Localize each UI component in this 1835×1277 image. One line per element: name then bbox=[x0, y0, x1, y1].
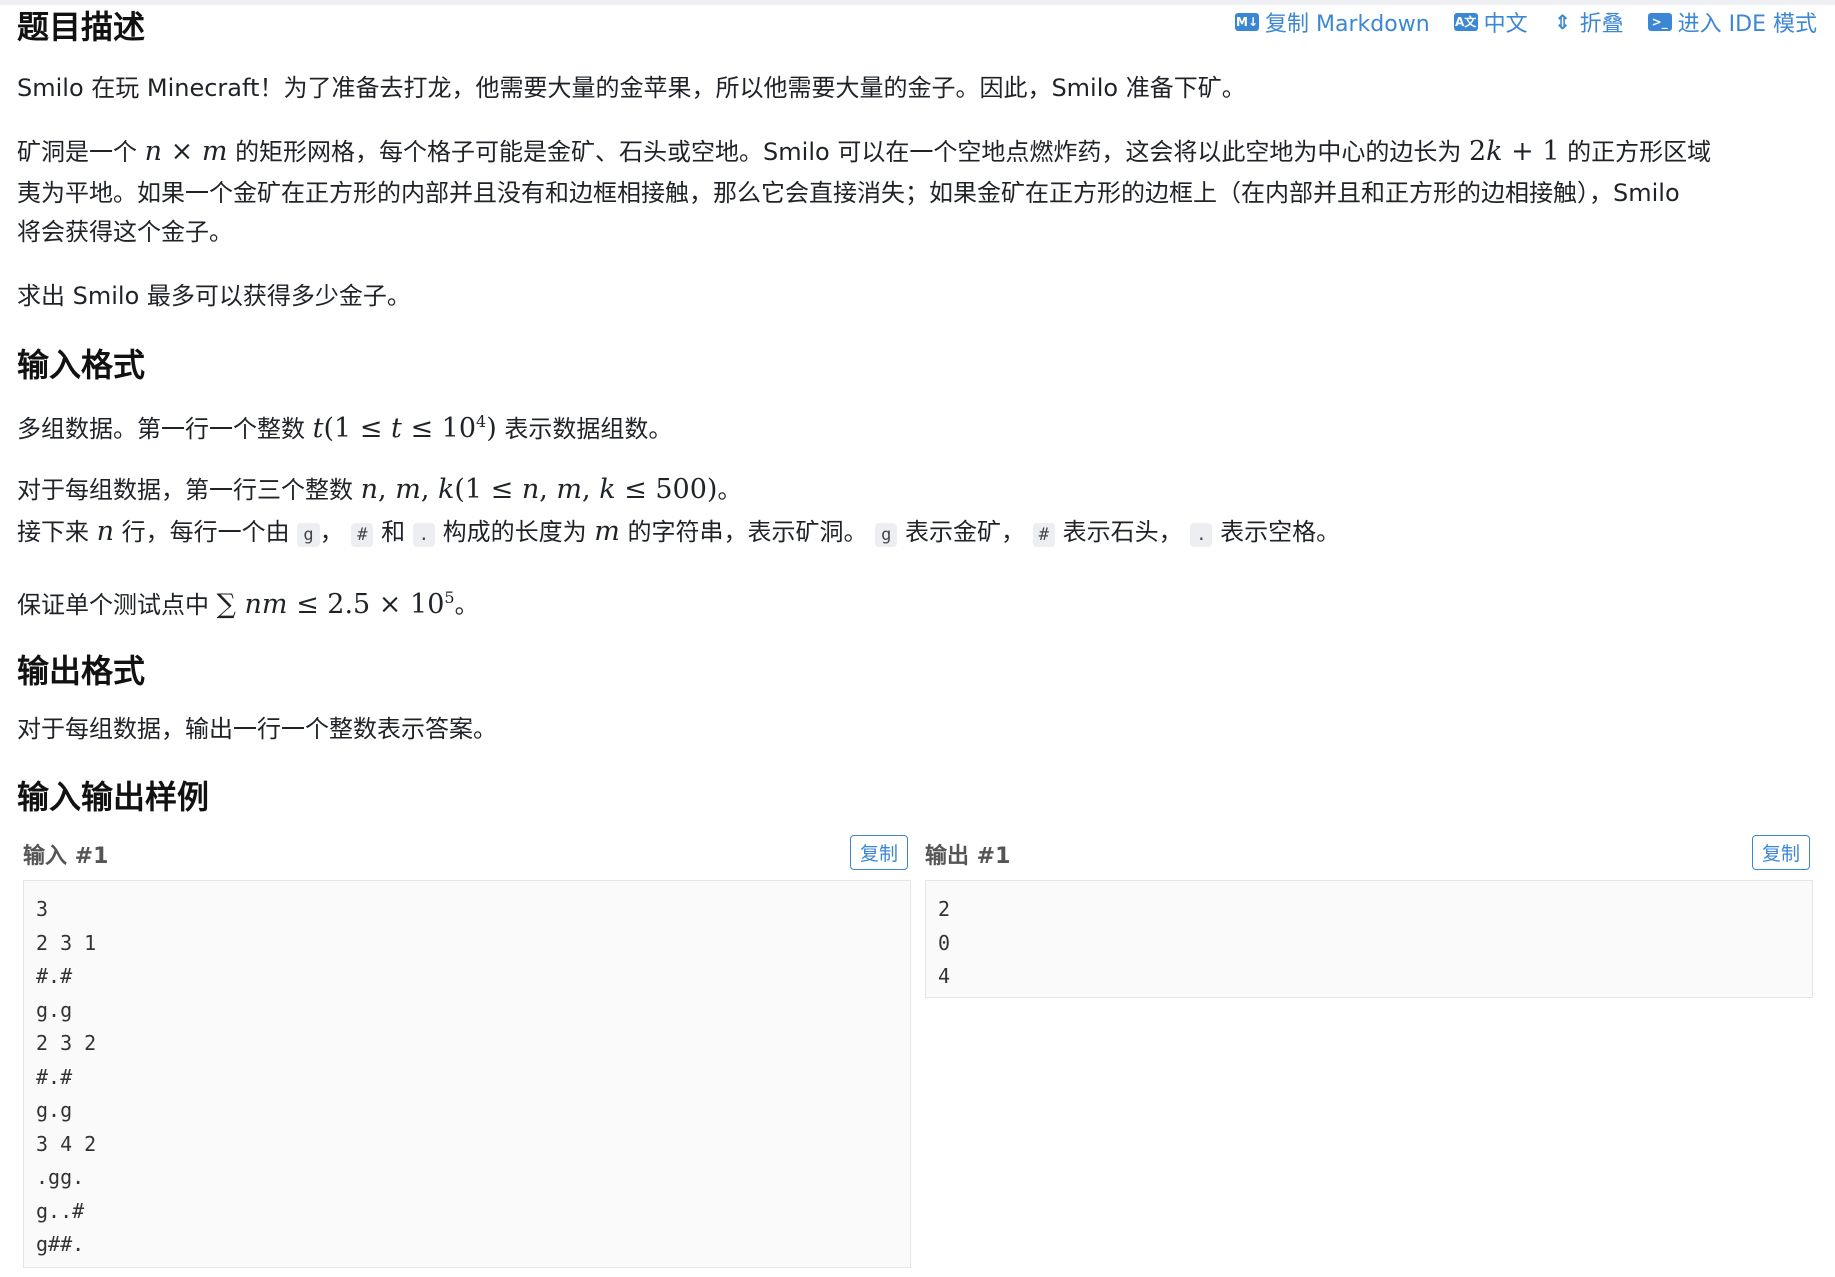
math-2k-plus-1: 2k + 1 bbox=[1468, 136, 1560, 167]
code-g-2: g bbox=[875, 523, 898, 547]
sample-input-line: g##. bbox=[36, 1232, 85, 1256]
description-paragraph-2: 矿洞是一个 n × m 的矩形网格，每个格子可能是金矿、石头或空地。Smilo … bbox=[17, 136, 1712, 167]
sample-output-lines: 2 0 4 bbox=[938, 893, 1800, 994]
sample-input-box[interactable]: 3 2 3 1 #.# g.g 2 3 2 #.# g.g 3 4 2 .gg. g..# g##. bbox=[23, 880, 911, 1268]
fold-label: 折叠 bbox=[1579, 12, 1624, 37]
sample-output-label: 输出 #1 bbox=[925, 844, 1011, 869]
code-dot-2: . bbox=[1190, 523, 1213, 547]
math-sum-nm: ∑ nm ≤ 2.5 × 105 bbox=[216, 588, 455, 620]
math-m: m bbox=[594, 516, 620, 547]
sample-input-line: .gg. bbox=[36, 1165, 85, 1189]
sample-input-line: 3 4 2 bbox=[36, 1131, 97, 1156]
input-format-title: 输入格式 bbox=[17, 346, 146, 384]
description-paragraph-1: Smilo 在玩 Minecraft！为了准备去打龙，他需要大量的金苹果，所以他… bbox=[17, 74, 1246, 102]
top-border bbox=[0, 0, 1835, 5]
description-paragraph-2-line-3: 将会获得这个金子。 bbox=[17, 218, 233, 246]
description-paragraph-3: 求出 Smilo 最多可以获得多少金子。 bbox=[17, 282, 411, 310]
sample-input-line: g.g bbox=[36, 997, 73, 1022]
ide-mode-button[interactable]: >_ 进入 IDE 模式 bbox=[1647, 6, 1817, 38]
math-t-range: t(1 ≤ t ≤ 104) bbox=[312, 412, 497, 444]
code-hash: # bbox=[351, 523, 374, 547]
collapse-icon: ⇕ bbox=[1554, 10, 1572, 34]
input-format-paragraph-1: 多组数据。第一行一个整数 t(1 ≤ t ≤ 104) 表示数据组数。 bbox=[17, 412, 673, 444]
sample-input-line: #.# bbox=[36, 964, 73, 988]
math-n: n bbox=[96, 516, 115, 547]
sample-output-line: 2 bbox=[938, 897, 951, 921]
markdown-icon: M↓ bbox=[1235, 13, 1260, 31]
sample-input-line: 3 bbox=[36, 897, 49, 921]
copy-input-button[interactable]: 复制 bbox=[850, 835, 909, 870]
sample-output-box[interactable]: 2 0 4 bbox=[925, 880, 1813, 998]
translate-icon: A文 bbox=[1453, 13, 1478, 31]
description-paragraph-2-line-2: 夷为平地。如果一个金矿在正方形的内部并且没有和边框相接触，那么它会直接消失；如果… bbox=[17, 179, 1680, 207]
input-format-paragraph-2: 对于每组数据，第一行三个整数 n, m, k(1 ≤ n, m, k ≤ 500… bbox=[17, 474, 742, 505]
code-hash-2: # bbox=[1032, 523, 1055, 547]
sample-input-line: #.# bbox=[36, 1064, 73, 1089]
sample-input-label: 输入 #1 bbox=[23, 844, 109, 869]
sample-input-line: g..# bbox=[36, 1198, 85, 1223]
ide-mode-label: 进入 IDE 模式 bbox=[1677, 12, 1817, 37]
sample-input-line: g.g bbox=[36, 1098, 73, 1122]
math-n-times-m: n × m bbox=[144, 136, 228, 167]
language-button[interactable]: A文 中文 bbox=[1453, 6, 1528, 38]
copy-output-button[interactable]: 复制 bbox=[1752, 835, 1811, 870]
sample-input-line: 2 3 2 bbox=[36, 1031, 97, 1055]
sample-output-line: 4 bbox=[938, 964, 951, 988]
fold-button[interactable]: ⇕ 折叠 bbox=[1552, 6, 1624, 38]
sample-input-line: 2 3 1 bbox=[36, 930, 97, 955]
output-format-title: 输出格式 bbox=[17, 652, 146, 690]
copy-markdown-button[interactable]: M↓ 复制 Markdown bbox=[1235, 6, 1430, 38]
terminal-icon: >_ bbox=[1647, 13, 1672, 31]
problem-toolbar: M↓ 复制 Markdown A文 中文 ⇕ 折叠 >_ 进入 IDE 模式 bbox=[1235, 6, 1817, 38]
code-g: g bbox=[297, 523, 320, 547]
code-dot: . bbox=[412, 523, 435, 547]
description-title: 题目描述 bbox=[17, 8, 146, 46]
samples-title: 输入输出样例 bbox=[17, 778, 210, 816]
sample-output-line: 0 bbox=[938, 930, 951, 955]
input-format-paragraph-4: 保证单个测试点中 ∑ nm ≤ 2.5 × 105。 bbox=[17, 588, 479, 620]
output-format-paragraph-1: 对于每组数据，输出一行一个整数表示答案。 bbox=[17, 715, 497, 743]
copy-markdown-label: 复制 Markdown bbox=[1265, 12, 1430, 37]
sample-input-lines: 3 2 3 1 #.# g.g 2 3 2 #.# g.g 3 4 2 .gg. g..# g##. bbox=[36, 893, 898, 1262]
input-format-paragraph-3: 接下来 n 行，每行一个由 g， # 和 . 构成的长度为 m 的字符串，表示矿… bbox=[17, 516, 1341, 547]
language-label: 中文 bbox=[1483, 12, 1528, 37]
math-nmk-range: n, m, k(1 ≤ n, m, k ≤ 500) bbox=[360, 474, 718, 505]
